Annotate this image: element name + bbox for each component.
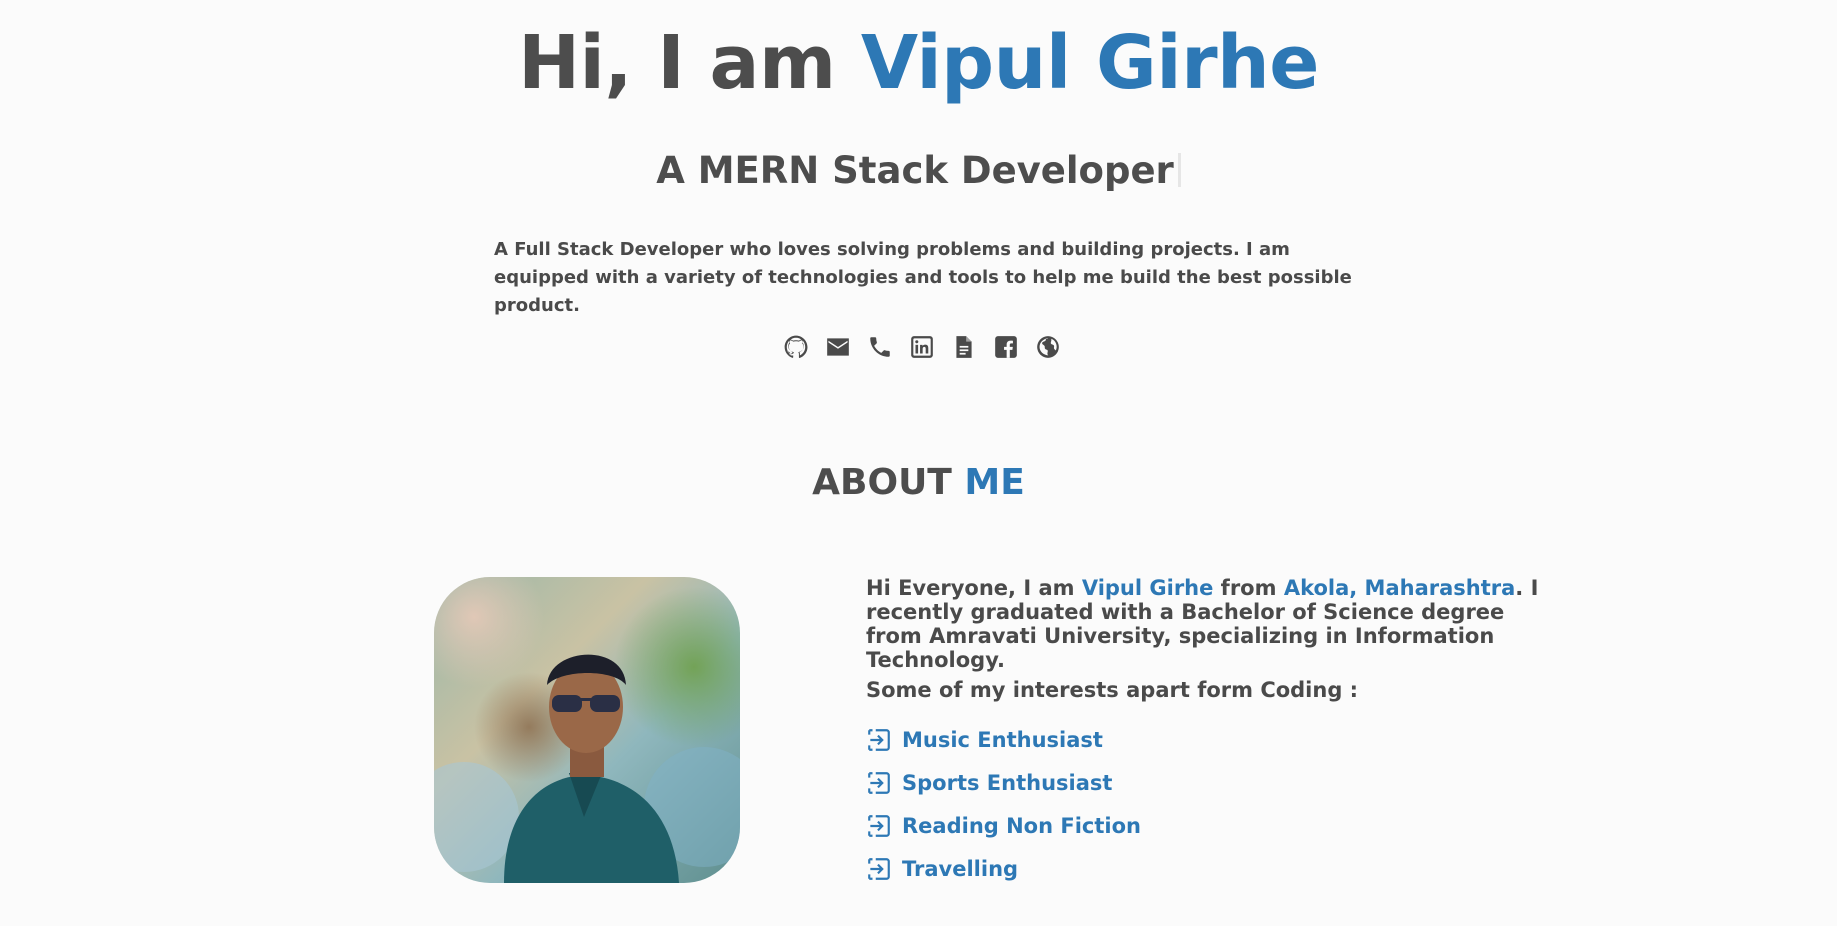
interest-item: Sports Enthusiast	[866, 761, 1141, 804]
linkedin-icon	[910, 335, 933, 358]
arrow-in-box-icon	[868, 728, 890, 751]
hero-name: Vipul Girhe	[860, 20, 1320, 106]
arrow-in-box-icon	[868, 814, 890, 837]
social-links	[782, 333, 1061, 360]
about-title: ABOUT ME	[0, 458, 1837, 508]
interest-item: Music Enthusiast	[866, 718, 1141, 761]
interest-item: Reading Non Fiction	[866, 804, 1141, 847]
linkedin-link[interactable]	[908, 333, 935, 360]
page: Hi, I am Vipul Girhe A MERN Stack Develo…	[0, 0, 1837, 926]
document-icon	[955, 335, 972, 358]
arrow-in-box-icon	[868, 857, 890, 880]
interest-label: Travelling	[902, 856, 1019, 881]
email-icon	[826, 337, 849, 356]
about-title-part2: ME	[964, 462, 1025, 503]
hero-subtitle: A MERN Stack Developer	[0, 146, 1837, 196]
resume-link[interactable]	[950, 333, 977, 360]
phone-icon	[869, 336, 890, 357]
interest-item: Travelling	[866, 847, 1141, 890]
arrow-in-box-icon	[868, 771, 890, 794]
facebook-icon	[994, 335, 1017, 358]
profile-photo-image	[434, 577, 740, 883]
hero-greeting: Hi, I am	[518, 20, 861, 106]
github-icon	[784, 335, 807, 358]
hero-intro: A Full Stack Developer who loves solving…	[494, 239, 1352, 316]
about-text-start: Hi Everyone, I am	[866, 576, 1082, 600]
subtitle-text: A MERN Stack Developer	[656, 149, 1174, 192]
github-link[interactable]	[782, 333, 809, 360]
email-link[interactable]	[824, 333, 851, 360]
about-title-part1: ABOUT	[812, 462, 965, 503]
website-link[interactable]	[1034, 333, 1061, 360]
phone-link[interactable]	[866, 333, 893, 360]
interest-label: Sports Enthusiast	[902, 770, 1113, 795]
interest-label: Music Enthusiast	[902, 727, 1103, 752]
about-place-highlight: Akola, Maharashtra	[1283, 576, 1516, 600]
interests-list: Music Enthusiast Sports Enthusiast Readi…	[866, 718, 1141, 890]
about-paragraph: Hi Everyone, I am Vipul Girhe from Akola…	[866, 576, 1546, 672]
interest-label: Reading Non Fiction	[902, 813, 1141, 838]
about-name-highlight: Vipul Girhe	[1081, 576, 1214, 600]
interests-label: Some of my interests apart form Coding :	[866, 678, 1359, 702]
profile-photo	[434, 577, 740, 883]
facebook-link[interactable]	[992, 333, 1019, 360]
globe-icon	[1036, 335, 1059, 358]
about-text-mid: from	[1213, 576, 1284, 600]
hero-title: Hi, I am Vipul Girhe	[0, 18, 1837, 108]
typing-cursor	[1177, 153, 1181, 187]
